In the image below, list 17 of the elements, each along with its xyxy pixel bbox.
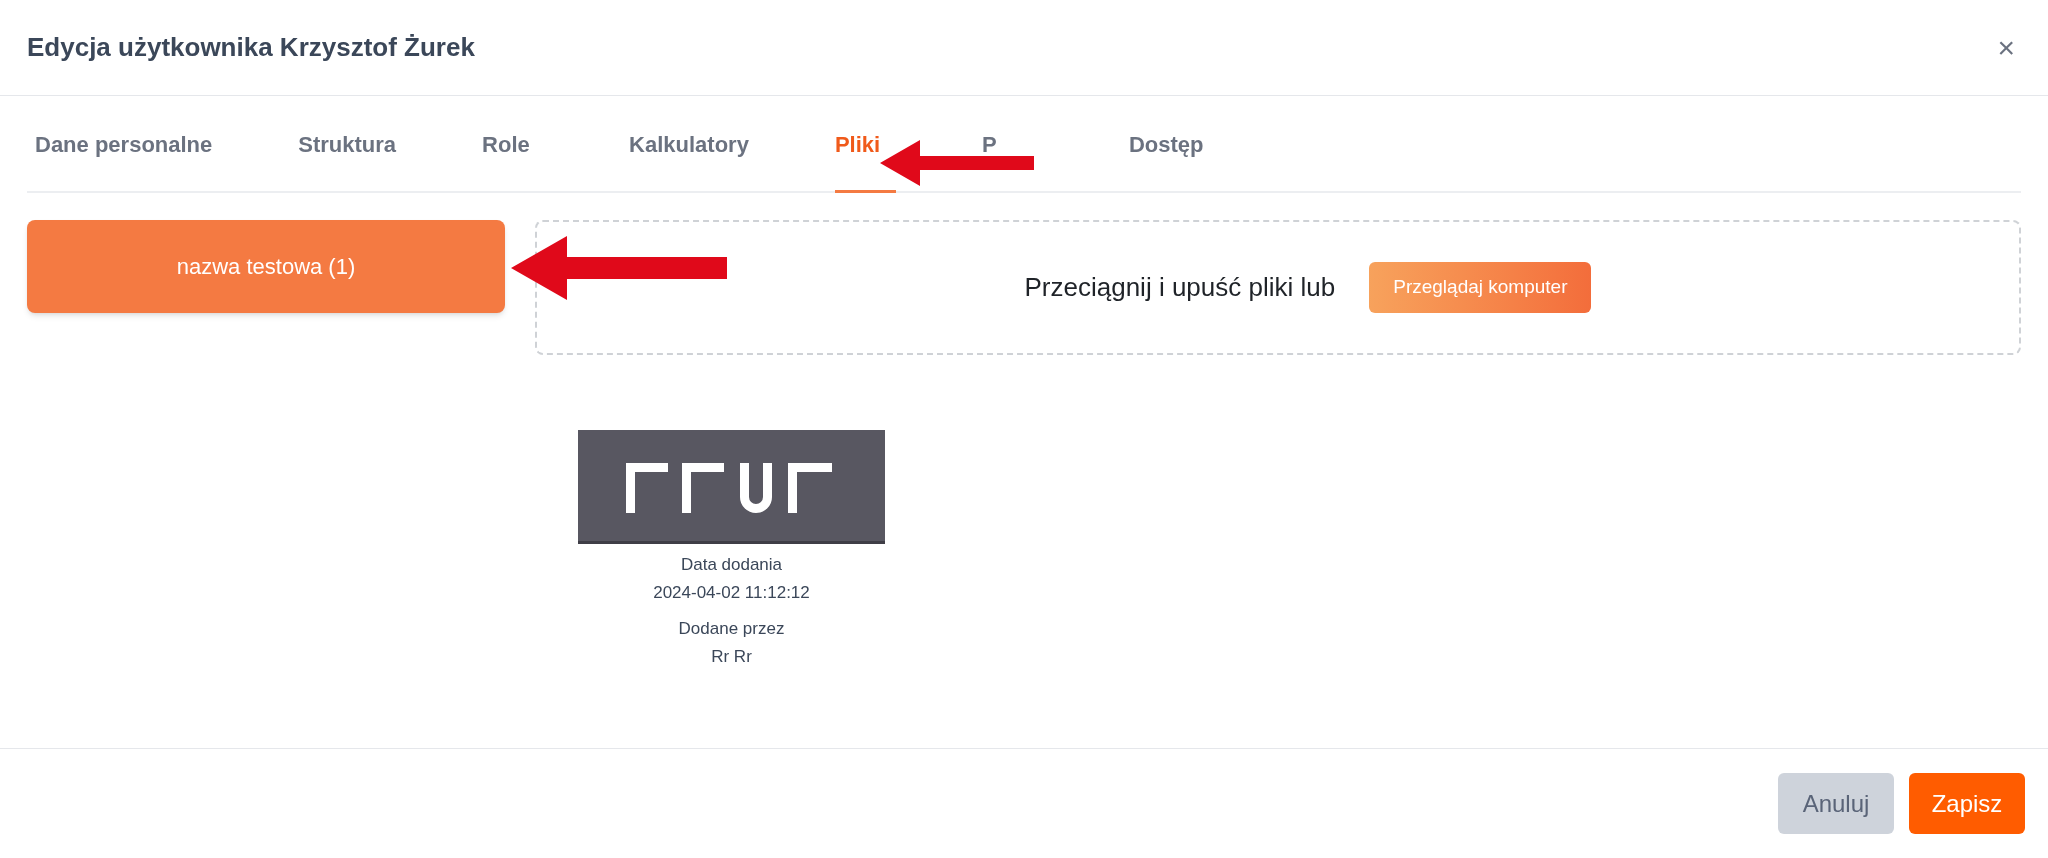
added-date: 2024-04-02 11:12:12 — [653, 582, 810, 604]
cancel-button[interactable]: Anuluj — [1778, 773, 1894, 834]
tab[interactable]: Dostęp — [1128, 96, 1204, 193]
added-by-label: Dodane przez — [678, 618, 785, 640]
tab[interactable]: Dane personalne — [35, 96, 213, 193]
tab[interactable]: P — [981, 96, 1043, 193]
dialog-title: Edycja użytkownika Krzysztof Żurek — [27, 31, 475, 64]
browse-button[interactable]: Przeglądaj komputer — [1369, 262, 1592, 313]
save-button[interactable]: Zapisz — [1909, 773, 2025, 834]
added-by-name: Rr Rr — [711, 646, 752, 668]
tab[interactable]: Kalkulatory — [629, 96, 749, 193]
folder-button[interactable]: nazwa testowa (1) — [27, 220, 505, 313]
close-button[interactable]: × — [1997, 32, 2021, 63]
tab[interactable]: Role — [482, 96, 544, 193]
added-label: Data dodania — [680, 554, 783, 576]
dropzone-text: Przeciągnij i upuść pliki lub — [1024, 271, 1336, 304]
tab[interactable]: Struktura — [298, 96, 397, 193]
